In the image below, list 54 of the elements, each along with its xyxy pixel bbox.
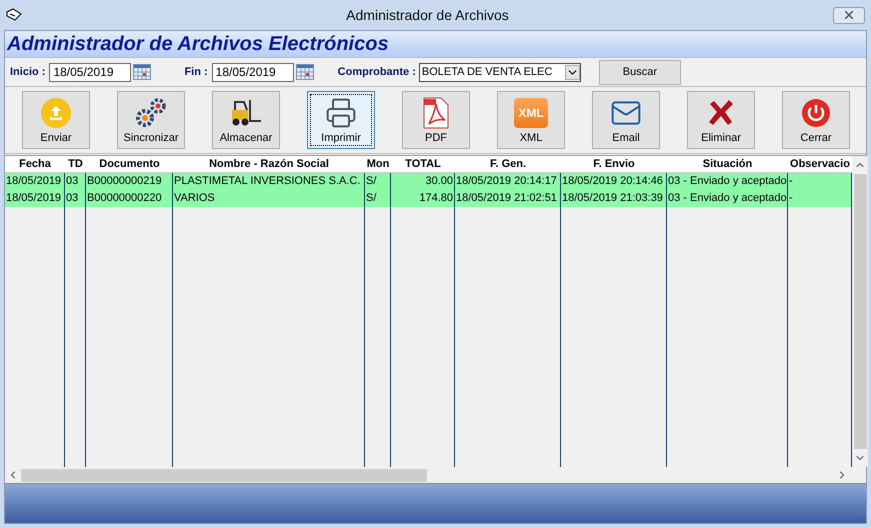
forklift-icon [229, 98, 263, 128]
toolbar-button[interactable]: Imprimir [307, 91, 375, 149]
column-header[interactable]: F. Envio [561, 156, 667, 172]
pdf-file-icon [423, 96, 449, 129]
column-header[interactable]: TOTAL [391, 156, 455, 172]
printer-icon [325, 96, 357, 129]
table-cell: 18/05/2019 21:02:51 [455, 190, 561, 207]
toolbar-button[interactable]: XML XML [497, 91, 565, 149]
power-icon [801, 98, 831, 128]
calendar-icon[interactable] [133, 64, 152, 80]
type-label: Comprobante : [338, 64, 416, 80]
start-label: Inicio : [10, 64, 46, 80]
toolbar-button[interactable]: Eliminar [687, 91, 755, 149]
column-header[interactable]: Situación [667, 156, 788, 172]
toolbar-button[interactable]: Email [592, 91, 660, 149]
table-row[interactable]: 18/05/2019 03 B00000000219 PLASTIMETAL INVERSIONES S.A.C. S/ 30.00 18/05/2019 20:14:17 18/05/2019 20:14:46 03 - Enviado y aceptado - [5, 173, 852, 190]
table-cell: B00000000220 [86, 190, 173, 207]
column-header[interactable]: Observacio [788, 156, 852, 172]
toolbar-button[interactable]: Enviar [22, 91, 90, 149]
table-cell: 18/05/2019 21:03:39 [561, 190, 667, 207]
table-cell: S/ [365, 190, 391, 207]
table-cell: 18/05/2019 [5, 190, 65, 207]
toolbar-button[interactable]: Sincronizar [117, 91, 185, 149]
column-header[interactable]: Documento [86, 156, 173, 172]
type-dropdown[interactable]: BOLETA DE VENTA ELEC [418, 62, 581, 82]
vertical-scrollbar[interactable] [852, 156, 868, 467]
window-title: Administrador de Archivos [345, 6, 510, 24]
column-header[interactable]: Mon [365, 156, 391, 172]
table-cell: 03 - Enviado y aceptado [667, 190, 788, 207]
close-button[interactable] [833, 6, 865, 24]
close-icon [845, 11, 853, 19]
end-label: Fin : [184, 64, 208, 80]
delete-icon [706, 98, 736, 128]
table-cell: VARIOS [173, 190, 365, 207]
search-button[interactable]: Buscar [598, 60, 681, 84]
app-icon [6, 8, 22, 22]
toolbar-button[interactable]: PDF [402, 91, 470, 149]
caret-icon [564, 64, 580, 80]
toolbar-button[interactable]: Almacenar [212, 91, 280, 149]
column-header[interactable]: Fecha [5, 156, 65, 172]
end-date-field[interactable]: 18/05/2019 [212, 62, 294, 82]
xml-file-icon: XML [514, 98, 548, 128]
column-header[interactable]: Nombre - Razón Social [173, 156, 365, 172]
column-header[interactable]: TD [65, 156, 86, 172]
calendar-icon[interactable] [296, 64, 314, 80]
table-row[interactable]: 18/05/2019 03 B00000000220 VARIOS S/ 174.80 18/05/2019 21:02:51 18/05/2019 21:03:39 03 - Enviado y aceptado - [5, 190, 852, 207]
column-header[interactable]: F. Gen. [455, 156, 561, 172]
table-cell: 03 [65, 190, 86, 207]
start-date-field[interactable]: 18/05/2019 [49, 62, 132, 82]
table-cell: 174.80 [391, 190, 455, 207]
toolbar-button[interactable]: Cerrar [782, 91, 850, 149]
gears-icon [134, 96, 168, 129]
header-title: Administrador de Archivos Electrónicos [7, 34, 389, 54]
upload-icon [40, 96, 72, 129]
